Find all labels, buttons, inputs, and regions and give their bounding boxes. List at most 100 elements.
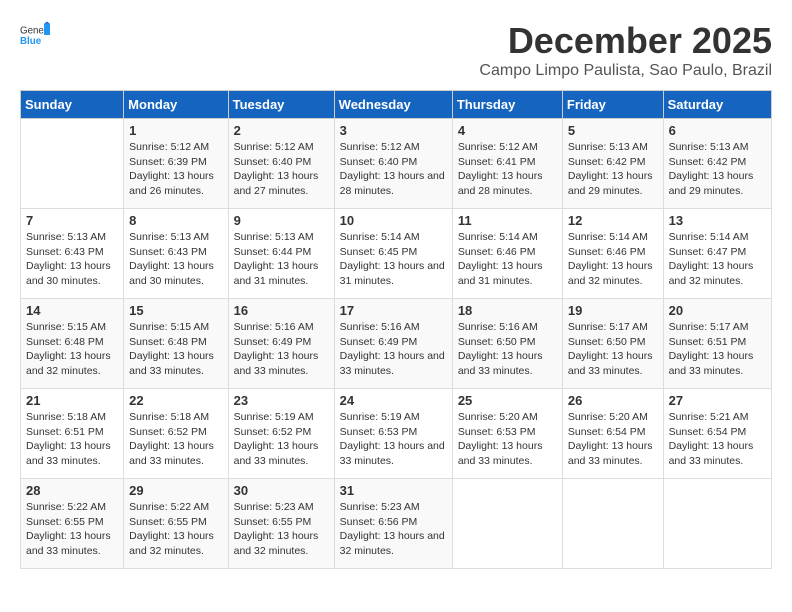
col-header-saturday: Saturday	[663, 91, 771, 119]
day-number: 12	[568, 213, 658, 228]
day-number: 31	[340, 483, 447, 498]
col-header-monday: Monday	[124, 91, 228, 119]
col-header-tuesday: Tuesday	[228, 91, 334, 119]
day-info: Sunrise: 5:23 AMSunset: 6:56 PMDaylight:…	[340, 500, 447, 559]
day-info: Sunrise: 5:14 AMSunset: 6:46 PMDaylight:…	[458, 230, 557, 289]
day-cell: 22 Sunrise: 5:18 AMSunset: 6:52 PMDayligh…	[124, 389, 228, 479]
day-cell: 12 Sunrise: 5:14 AMSunset: 6:46 PMDayligh…	[562, 209, 663, 299]
calendar-table: SundayMondayTuesdayWednesdayThursdayFrid…	[20, 90, 772, 569]
day-info: Sunrise: 5:14 AMSunset: 6:46 PMDaylight:…	[568, 230, 658, 289]
day-cell: 24 Sunrise: 5:19 AMSunset: 6:53 PMDayligh…	[334, 389, 452, 479]
svg-text:Blue: Blue	[20, 36, 42, 47]
day-number: 13	[669, 213, 766, 228]
day-number: 14	[26, 303, 118, 318]
day-cell: 21 Sunrise: 5:18 AMSunset: 6:51 PMDayligh…	[21, 389, 124, 479]
day-number: 9	[234, 213, 329, 228]
day-cell: 2 Sunrise: 5:12 AMSunset: 6:40 PMDaylight…	[228, 119, 334, 209]
day-info: Sunrise: 5:17 AMSunset: 6:50 PMDaylight:…	[568, 320, 658, 379]
day-info: Sunrise: 5:12 AMSunset: 6:40 PMDaylight:…	[234, 140, 329, 199]
day-cell: 29 Sunrise: 5:22 AMSunset: 6:55 PMDayligh…	[124, 479, 228, 569]
day-cell: 1Sunrise: 5:12 AMSunset: 6:39 PMDaylight…	[124, 119, 228, 209]
day-cell: 8 Sunrise: 5:13 AMSunset: 6:43 PMDaylight…	[124, 209, 228, 299]
title-area: December 2025 Campo Limpo Paulista, Sao …	[479, 20, 772, 80]
day-info: Sunrise: 5:19 AMSunset: 6:53 PMDaylight:…	[340, 410, 447, 469]
day-number: 5	[568, 123, 658, 138]
day-number: 28	[26, 483, 118, 498]
day-cell: 14 Sunrise: 5:15 AMSunset: 6:48 PMDayligh…	[21, 299, 124, 389]
header-row: SundayMondayTuesdayWednesdayThursdayFrid…	[21, 91, 772, 119]
day-info: Sunrise: 5:20 AMSunset: 6:53 PMDaylight:…	[458, 410, 557, 469]
day-cell: 10 Sunrise: 5:14 AMSunset: 6:45 PMDayligh…	[334, 209, 452, 299]
day-info: Sunrise: 5:13 AMSunset: 6:44 PMDaylight:…	[234, 230, 329, 289]
day-number: 8	[129, 213, 222, 228]
day-number: 17	[340, 303, 447, 318]
day-cell: 9 Sunrise: 5:13 AMSunset: 6:44 PMDaylight…	[228, 209, 334, 299]
col-header-friday: Friday	[562, 91, 663, 119]
day-number: 15	[129, 303, 222, 318]
day-number: 10	[340, 213, 447, 228]
day-info: Sunrise: 5:14 AMSunset: 6:45 PMDaylight:…	[340, 230, 447, 289]
day-info: Sunrise: 5:15 AMSunset: 6:48 PMDaylight:…	[129, 320, 222, 379]
day-number: 26	[568, 393, 658, 408]
day-info: Sunrise: 5:18 AMSunset: 6:51 PMDaylight:…	[26, 410, 118, 469]
day-cell	[21, 119, 124, 209]
day-number: 16	[234, 303, 329, 318]
day-number: 24	[340, 393, 447, 408]
day-number: 1	[129, 123, 222, 138]
day-info: Sunrise: 5:19 AMSunset: 6:52 PMDaylight:…	[234, 410, 329, 469]
day-cell: 19Sunrise: 5:17 AMSunset: 6:50 PMDayligh…	[562, 299, 663, 389]
day-cell	[452, 479, 562, 569]
day-cell: 11 Sunrise: 5:14 AMSunset: 6:46 PMDayligh…	[452, 209, 562, 299]
day-number: 11	[458, 213, 557, 228]
day-number: 21	[26, 393, 118, 408]
day-info: Sunrise: 5:16 AMSunset: 6:49 PMDaylight:…	[340, 320, 447, 379]
day-number: 3	[340, 123, 447, 138]
day-cell: 7Sunrise: 5:13 AMSunset: 6:43 PMDaylight…	[21, 209, 124, 299]
col-header-thursday: Thursday	[452, 91, 562, 119]
col-header-sunday: Sunday	[21, 91, 124, 119]
day-info: Sunrise: 5:14 AMSunset: 6:47 PMDaylight:…	[669, 230, 766, 289]
day-cell: 25 Sunrise: 5:20 AMSunset: 6:53 PMDayligh…	[452, 389, 562, 479]
day-info: Sunrise: 5:13 AMSunset: 6:42 PMDaylight:…	[568, 140, 658, 199]
day-number: 30	[234, 483, 329, 498]
day-cell	[663, 479, 771, 569]
day-info: Sunrise: 5:15 AMSunset: 6:48 PMDaylight:…	[26, 320, 118, 379]
logo-icon: General Blue	[20, 20, 50, 50]
day-number: 23	[234, 393, 329, 408]
day-cell: 6Sunrise: 5:13 AMSunset: 6:42 PMDaylight…	[663, 119, 771, 209]
day-cell: 30 Sunrise: 5:23 AMSunset: 6:55 PMDayligh…	[228, 479, 334, 569]
day-info: Sunrise: 5:16 AMSunset: 6:49 PMDaylight:…	[234, 320, 329, 379]
day-number: 20	[669, 303, 766, 318]
location-title: Campo Limpo Paulista, Sao Paulo, Brazil	[479, 62, 772, 80]
day-cell: 18Sunrise: 5:16 AMSunset: 6:50 PMDayligh…	[452, 299, 562, 389]
day-number: 7	[26, 213, 118, 228]
day-number: 4	[458, 123, 557, 138]
day-info: Sunrise: 5:12 AMSunset: 6:41 PMDaylight:…	[458, 140, 557, 199]
week-row: 21 Sunrise: 5:18 AMSunset: 6:51 PMDayligh…	[21, 389, 772, 479]
day-info: Sunrise: 5:22 AMSunset: 6:55 PMDaylight:…	[129, 500, 222, 559]
day-number: 22	[129, 393, 222, 408]
day-cell: 16 Sunrise: 5:16 AMSunset: 6:49 PMDayligh…	[228, 299, 334, 389]
day-info: Sunrise: 5:13 AMSunset: 6:43 PMDaylight:…	[129, 230, 222, 289]
day-number: 2	[234, 123, 329, 138]
day-cell: 3Sunrise: 5:12 AMSunset: 6:40 PMDaylight…	[334, 119, 452, 209]
day-info: Sunrise: 5:13 AMSunset: 6:42 PMDaylight:…	[669, 140, 766, 199]
day-cell: 26 Sunrise: 5:20 AMSunset: 6:54 PMDayligh…	[562, 389, 663, 479]
day-cell: 5 Sunrise: 5:13 AMSunset: 6:42 PMDaylight…	[562, 119, 663, 209]
day-cell: 17 Sunrise: 5:16 AMSunset: 6:49 PMDayligh…	[334, 299, 452, 389]
day-cell: 27Sunrise: 5:21 AMSunset: 6:54 PMDayligh…	[663, 389, 771, 479]
day-number: 18	[458, 303, 557, 318]
day-info: Sunrise: 5:18 AMSunset: 6:52 PMDaylight:…	[129, 410, 222, 469]
day-cell: 31 Sunrise: 5:23 AMSunset: 6:56 PMDayligh…	[334, 479, 452, 569]
week-row: 7 Sunrise: 5:13 AMSunset: 6:43 PMDaylight…	[21, 209, 772, 299]
day-number: 27	[669, 393, 766, 408]
day-info: Sunrise: 5:23 AMSunset: 6:55 PMDaylight:…	[234, 500, 329, 559]
month-title: December 2025	[479, 20, 772, 62]
day-cell: 4 Sunrise: 5:12 AMSunset: 6:41 PMDaylight…	[452, 119, 562, 209]
day-cell: 28Sunrise: 5:22 AMSunset: 6:55 PMDayligh…	[21, 479, 124, 569]
day-info: Sunrise: 5:20 AMSunset: 6:54 PMDaylight:…	[568, 410, 658, 469]
day-cell: 23 Sunrise: 5:19 AMSunset: 6:52 PMDayligh…	[228, 389, 334, 479]
day-number: 25	[458, 393, 557, 408]
day-cell: 20Sunrise: 5:17 AMSunset: 6:51 PMDayligh…	[663, 299, 771, 389]
day-number: 29	[129, 483, 222, 498]
